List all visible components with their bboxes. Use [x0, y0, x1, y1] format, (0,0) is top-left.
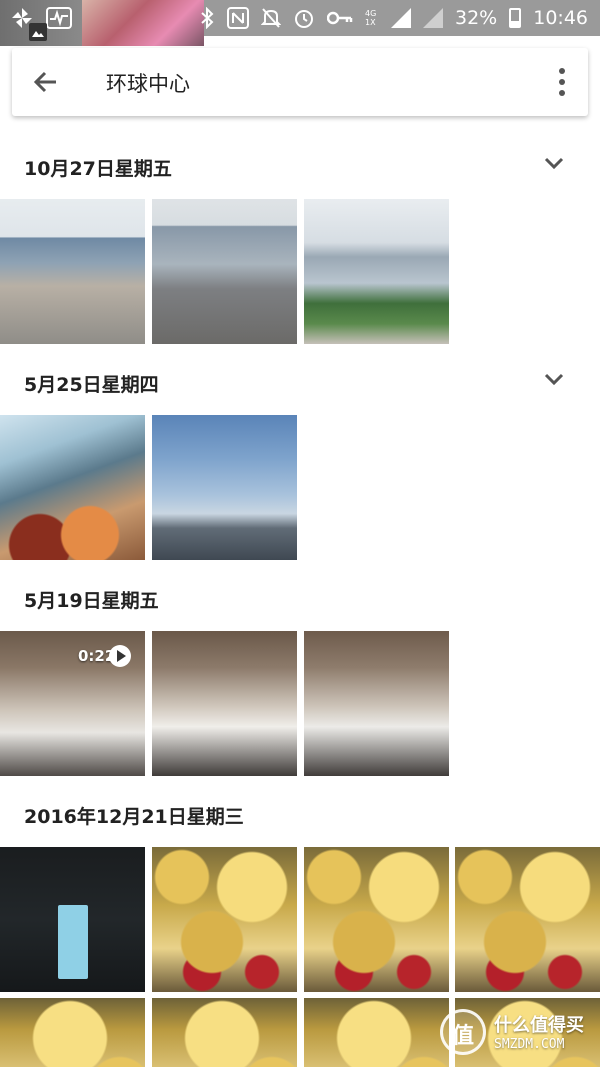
- network-label: 4G 1X: [365, 9, 377, 27]
- clock: 10:46: [533, 7, 588, 29]
- section-header: 2016年12月21日星期三: [0, 784, 600, 840]
- page-title: 环球中心: [106, 72, 190, 96]
- photo-thumbnail[interactable]: [0, 199, 145, 344]
- section-header: 10月27日星期五: [0, 136, 600, 192]
- status-right-icons: 4G 1X 32% 10:46: [199, 0, 588, 36]
- photo-thumbnail[interactable]: [152, 998, 297, 1067]
- watermark-domain: SMZDM.COM: [494, 1037, 565, 1052]
- watermark-logo: 值: [440, 1009, 486, 1055]
- battery-icon: [509, 8, 522, 28]
- play-icon: [109, 645, 131, 667]
- battery-percent: 32%: [455, 7, 498, 29]
- watermark: 值 什么值得买 SMZDM.COM: [440, 1005, 590, 1061]
- photo-thumbnail[interactable]: [304, 199, 449, 344]
- section-date: 10月27日星期五: [24, 158, 172, 180]
- status-bar: 4G 1X 32% 10:46: [0, 0, 600, 46]
- photo-thumbnail[interactable]: [455, 847, 600, 992]
- photo-thumbnail[interactable]: [0, 847, 145, 992]
- photo-thumbnail[interactable]: [152, 415, 297, 560]
- section-date: 2016年12月21日星期三: [24, 806, 244, 828]
- more-vert-icon[interactable]: [558, 68, 566, 96]
- video-thumbnail[interactable]: 0:22: [0, 631, 145, 776]
- bluetooth-icon: [201, 7, 214, 29]
- signal-off-icon: [423, 8, 443, 28]
- photo-thumbnail[interactable]: [152, 631, 297, 776]
- signal-icon: [391, 8, 411, 28]
- gallery-icon: [29, 23, 47, 41]
- section-header: 5月25日星期四: [0, 352, 600, 408]
- chevron-down-icon[interactable]: [544, 156, 564, 170]
- key-icon: [327, 11, 353, 25]
- photo-thumbnail[interactable]: [304, 847, 449, 992]
- nfc-icon: [227, 7, 249, 29]
- mute-icon: [261, 8, 281, 28]
- section-header: 5月19日星期五: [0, 568, 600, 624]
- back-arrow-icon[interactable]: [30, 66, 62, 98]
- search-app-bar: 环球中心: [12, 48, 588, 116]
- section-date: 5月25日星期四: [24, 374, 159, 396]
- phone-screen: [58, 905, 88, 979]
- photo-thumbnail[interactable]: [152, 847, 297, 992]
- alarm-icon: [295, 10, 313, 28]
- activity-icon: [46, 7, 72, 29]
- photo-thumbnail[interactable]: [152, 199, 297, 344]
- photo-thumbnail[interactable]: [0, 998, 145, 1067]
- photo-thumbnail[interactable]: [0, 415, 145, 560]
- section-date: 5月19日星期五: [24, 590, 159, 612]
- chevron-down-icon[interactable]: [544, 372, 564, 386]
- watermark-text: 什么值得买: [494, 1015, 584, 1036]
- photo-thumbnail[interactable]: [304, 631, 449, 776]
- photo-thumbnail[interactable]: [304, 998, 449, 1067]
- notification-photo-thumbnail: [82, 0, 204, 46]
